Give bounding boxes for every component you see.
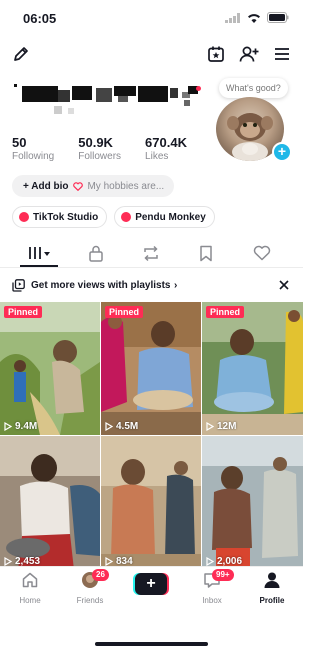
stat-label: Likes (145, 151, 169, 162)
chevron-right-icon: › (174, 280, 178, 291)
tab-private[interactable] (85, 243, 107, 263)
view-count-value: 9.4M (15, 421, 38, 432)
video-thumbnail[interactable]: Pinned 4.5M (101, 302, 201, 435)
video-thumbnail[interactable]: 2,453 (0, 436, 100, 570)
add-bio-label: + Add bio (23, 180, 69, 192)
promo-text: Get more views with playlists (31, 280, 171, 291)
bookmark-icon (200, 245, 212, 261)
playlist-promo-banner[interactable]: Get more views with playlists › (0, 272, 303, 300)
friends-badge: 26 (92, 569, 109, 581)
nav-label: Inbox (202, 596, 222, 605)
chip-label: Pendu Monkey (135, 211, 206, 223)
stat-following[interactable]: 50 Following (12, 136, 54, 164)
video-grid: Pinned 9.4M Pinned 4.5M Pinned 12M 2,453… (0, 302, 303, 570)
add-friend-icon[interactable] (238, 43, 260, 65)
profile-links: TikTok Studio Pendu Monkey (12, 206, 215, 228)
pinned-badge: Pinned (105, 306, 144, 318)
wifi-icon (248, 13, 260, 23)
stat-label: Followers (78, 151, 122, 162)
stat-followers[interactable]: 50.9K Followers (78, 136, 121, 164)
play-icon (206, 557, 214, 566)
create-button[interactable]: + (135, 573, 167, 595)
lock-icon (89, 245, 103, 262)
video-thumbnail-image (202, 302, 303, 435)
video-thumbnail-image (0, 436, 100, 570)
status-time: 06:05 (23, 11, 57, 26)
tiktok-studio-button[interactable]: TikTok Studio (12, 206, 108, 228)
menu-icon[interactable] (271, 43, 293, 65)
stat-value: 50.9K (78, 135, 113, 150)
repost-icon (144, 245, 158, 261)
pinned-badge: Pinned (4, 306, 43, 318)
tab-videos[interactable] (28, 243, 52, 263)
nav-profile[interactable]: Profile (242, 571, 302, 605)
inbox-badge: 99+ (212, 569, 234, 581)
status-icons (225, 12, 289, 23)
video-thumbnail-image (101, 302, 201, 435)
status-bubble[interactable]: What's good? (219, 78, 288, 98)
view-count: 9.4M (4, 421, 37, 432)
video-thumbnail-image (202, 436, 303, 570)
profile-top-bar (0, 40, 303, 68)
home-indicator (95, 642, 208, 646)
heart-outline-icon (73, 181, 84, 191)
nav-home[interactable]: Home (0, 571, 60, 605)
grid-icon (29, 247, 50, 259)
nav-label: Profile (259, 596, 285, 605)
linked-account-button[interactable]: Pendu Monkey (114, 206, 215, 228)
signal-icon (225, 12, 240, 23)
notification-dot (196, 86, 201, 91)
nav-label: Friends (76, 596, 104, 605)
tiktok-studio-icon (19, 212, 29, 222)
play-icon (4, 557, 12, 566)
play-icon (206, 422, 214, 431)
tab-favorites[interactable] (195, 243, 217, 263)
play-icon (105, 557, 113, 566)
active-tab-indicator (20, 265, 58, 267)
battery-icon (267, 12, 289, 23)
heart-icon (253, 245, 271, 261)
linked-account-icon (121, 212, 132, 222)
playlist-icon (12, 279, 25, 297)
view-count: 4.5M (105, 421, 138, 432)
profile-icon (264, 572, 280, 588)
close-icon[interactable] (278, 278, 290, 296)
play-icon (4, 422, 12, 431)
stat-value: 670.4K (145, 135, 187, 150)
video-thumbnail[interactable]: Pinned 12M (202, 302, 303, 435)
nav-inbox[interactable]: Inbox 99+ (182, 569, 242, 605)
stat-likes[interactable]: 670.4K Likes (145, 136, 187, 164)
bio-hint: My hobbies are... (87, 180, 165, 192)
view-count: 12M (206, 421, 236, 432)
home-icon (22, 572, 38, 588)
video-thumbnail[interactable]: Pinned 9.4M (0, 302, 100, 435)
stat-value: 50 (12, 135, 27, 150)
profile-stats: 50 Following 50.9K Followers 670.4K Like… (12, 136, 211, 164)
tab-liked[interactable] (251, 243, 273, 263)
pinned-badge: Pinned (206, 306, 245, 318)
video-thumbnail-image (0, 302, 100, 435)
view-count-value: 12M (217, 421, 237, 432)
tab-reposts[interactable] (140, 243, 162, 263)
nav-friends[interactable]: Friends 26 (60, 569, 120, 605)
nav-label: Home (19, 596, 41, 605)
status-bar: 06:05 (0, 0, 303, 36)
video-thumbnail-image (101, 436, 201, 570)
chip-label: TikTok Studio (33, 211, 99, 223)
play-icon (105, 422, 113, 431)
view-count-value: 4.5M (116, 421, 139, 432)
video-thumbnail[interactable]: 834 (101, 436, 201, 570)
username-redacted (14, 82, 204, 122)
content-tabs (0, 238, 303, 268)
calendar-star-icon[interactable] (205, 43, 227, 65)
add-avatar-button[interactable]: + (272, 142, 292, 162)
add-bio-button[interactable]: + Add bio My hobbies are... (12, 175, 175, 197)
stat-label: Following (12, 151, 55, 162)
video-thumbnail[interactable]: 2,006 (202, 436, 303, 570)
edit-icon[interactable] (10, 43, 32, 65)
